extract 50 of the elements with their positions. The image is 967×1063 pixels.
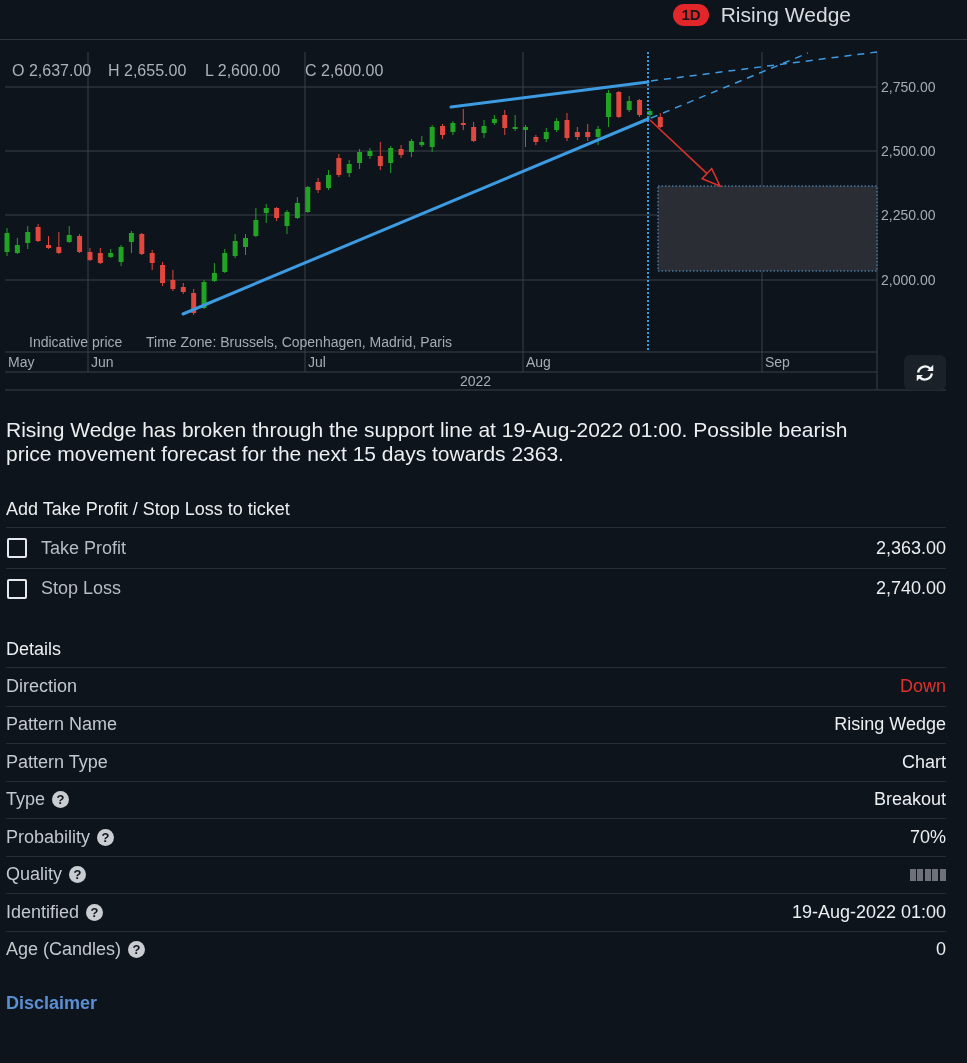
month-axis-label: Aug xyxy=(526,354,551,370)
ticket-heading: Add Take Profit / Stop Loss to ticket xyxy=(6,491,946,528)
help-icon[interactable]: ? xyxy=(69,866,87,884)
chart-note: Time Zone: Brussels, Copenhagen, Madrid, Paris xyxy=(146,334,453,350)
refresh-icon xyxy=(916,363,934,382)
detail-value: 0 xyxy=(936,939,946,961)
detail-label: Age (Candles) xyxy=(6,939,122,961)
price-axis-label: 2,000.00 xyxy=(881,272,936,288)
chart-note: Indicative price xyxy=(29,334,123,350)
option-value: 2,740.00 xyxy=(875,578,946,599)
detail-value: Down xyxy=(899,676,946,698)
price-axis-label: 2,250.00 xyxy=(881,207,936,223)
month-axis-label: Jul xyxy=(308,354,326,370)
detail-label: Pattern Name xyxy=(6,714,118,736)
help-icon[interactable]: ? xyxy=(97,828,115,846)
checkbox[interactable] xyxy=(7,538,27,558)
detail-label: Type xyxy=(6,789,46,811)
pattern-summary: Rising Wedge has broken through the support line at 19-Aug-2022 01:00. Possible bearish price movement forecast for the next 15 days towards 2363. xyxy=(5,418,849,466)
help-icon[interactable]: ? xyxy=(52,791,70,809)
month-axis-label: Sep xyxy=(765,354,790,370)
checkbox[interactable] xyxy=(7,578,27,599)
detail-value: 19-Aug-2022 01:00 xyxy=(791,901,946,923)
timeframe-badge: 1D xyxy=(673,4,709,26)
details-heading: Details xyxy=(6,631,946,668)
detail-value: Rising Wedge xyxy=(834,714,946,736)
month-axis-label: May xyxy=(8,354,35,370)
option-value: 2,363.00 xyxy=(875,537,946,559)
price-axis-label: 2,750.00 xyxy=(881,79,936,95)
detail-label: Quality xyxy=(6,864,63,886)
refresh-button[interactable] xyxy=(904,355,946,390)
detail-label: Probability xyxy=(6,826,91,848)
ohlc-value: C 2,600.00 xyxy=(305,62,384,79)
ohlc-value: O 2,637.00 xyxy=(12,62,92,79)
pattern-title: Rising Wedge xyxy=(720,3,851,27)
ohlc-value: H 2,655.00 xyxy=(108,62,187,79)
detail-value: 70% xyxy=(909,826,946,848)
option-label[interactable]: Take Profit xyxy=(41,537,127,559)
detail-value: Breakout xyxy=(873,789,946,811)
detail-label: Direction xyxy=(6,676,78,698)
year-axis-label: 2022 xyxy=(460,373,492,389)
ohlc-value: L 2,600.00 xyxy=(205,62,281,79)
price-axis-label: 2,500.00 xyxy=(881,143,936,159)
month-axis-label: Jun xyxy=(91,354,114,370)
help-icon[interactable]: ? xyxy=(128,941,146,959)
option-label[interactable]: Stop Loss xyxy=(41,578,122,599)
help-icon[interactable]: ? xyxy=(86,903,104,921)
detail-label: Pattern Type xyxy=(6,751,108,773)
detail-label: Identified xyxy=(6,901,80,923)
detail-value: Chart xyxy=(902,751,946,773)
disclaimer-link[interactable]: Disclaimer xyxy=(6,992,98,1014)
